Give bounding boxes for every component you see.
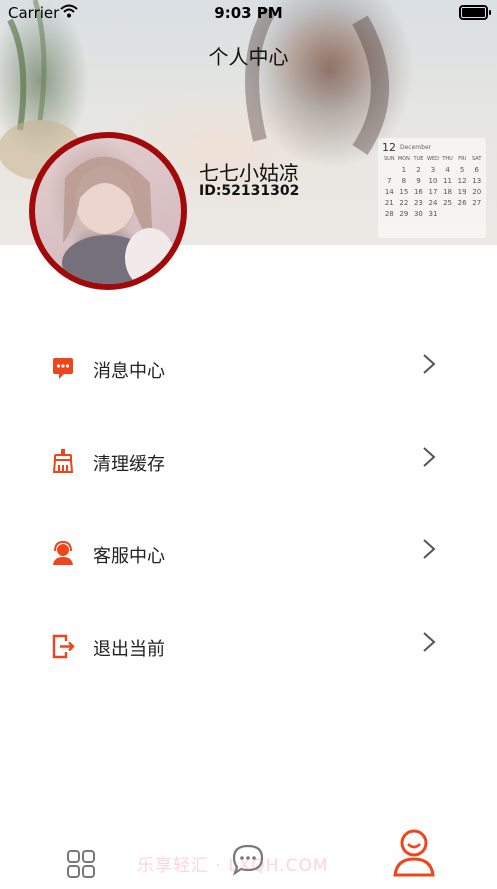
calendar-day: 28	[384, 210, 394, 218]
calendar-weekday: FRI	[458, 156, 467, 162]
calendar-day: 24	[428, 199, 438, 207]
status-time: 9:03 PM	[214, 4, 283, 22]
menu-item-clear-cache[interactable]: 清理缓存	[0, 428, 497, 492]
calendar-day: 17	[428, 188, 438, 196]
menu-label-customer-service: 客服中心	[93, 546, 165, 567]
calendar-day: 9	[416, 177, 421, 185]
user-id: ID:52131302	[199, 183, 300, 199]
calendar-day: 14	[384, 188, 394, 196]
calendar-month: 12	[382, 141, 396, 154]
calendar-day	[440, 210, 455, 219]
calendar-day: 2	[416, 166, 421, 174]
calendar-weekday: THU	[442, 156, 453, 162]
customer-service-icon	[53, 540, 73, 565]
profile-icon[interactable]	[391, 827, 437, 877]
calendar-photo: 12 December SUN MON TUE WED THU FRI SAT 1 2 3 4 5 6 7…	[378, 138, 486, 238]
calendar-month-name: December	[400, 144, 432, 151]
calendar-day	[469, 210, 484, 219]
calendar-day: 29	[399, 210, 409, 218]
calendar-day: 26	[457, 199, 467, 207]
calendar-weekday: SUN	[383, 156, 395, 162]
calendar-day: 10	[428, 177, 438, 185]
calendar-day: 5	[459, 166, 465, 174]
calendar-weekday: WED	[427, 156, 439, 162]
battery-icon	[459, 5, 491, 20]
calendar-day: 22	[399, 199, 409, 207]
calendar-day	[455, 210, 470, 219]
menu-item-logout[interactable]: 退出当前	[0, 613, 497, 677]
calendar-day: 15	[399, 188, 409, 196]
logout-icon	[52, 634, 75, 659]
calendar-weekday: SAT	[472, 156, 482, 162]
chevron-right-icon	[423, 632, 436, 652]
calendar-day: 19	[457, 188, 467, 196]
calendar-day: 1	[401, 166, 407, 174]
page-title: 个人中心	[208, 45, 289, 69]
watermark: 乐享轻汇 · LXQH.COM	[137, 856, 329, 876]
chevron-right-icon	[423, 354, 436, 374]
menu-label-clear-cache: 清理缓存	[93, 454, 165, 475]
calendar-day: 8	[401, 177, 407, 185]
calendar-day: 27	[472, 199, 482, 207]
tab-bar: 乐享轻汇 · LXQH.COM	[0, 815, 497, 883]
calendar-day	[382, 166, 397, 175]
calendar-day: 31	[428, 210, 438, 218]
calendar-day: 13	[472, 177, 482, 185]
menu-label-messages: 消息中心	[93, 361, 165, 382]
menu-item-customer-service[interactable]: 客服中心	[0, 520, 497, 584]
calendar-day: 12	[457, 177, 467, 185]
avatar[interactable]	[29, 132, 187, 290]
grid-icon[interactable]	[64, 839, 98, 889]
calendar-day: 3	[430, 166, 436, 174]
calendar-day: 23	[413, 199, 423, 207]
menu-item-messages[interactable]: 消息中心	[0, 335, 497, 399]
avatar-photo	[62, 156, 175, 284]
status-bar: Carrier 9:03 PM	[0, 0, 497, 26]
chevron-right-icon	[423, 447, 436, 467]
calendar-day: 25	[443, 199, 453, 207]
user-nickname: 七七小姑凉	[199, 161, 299, 185]
calendar-day: 30	[413, 210, 423, 218]
message-icon	[53, 358, 73, 379]
calendar-day: 11	[443, 177, 453, 185]
menu-label-logout: 退出当前	[93, 639, 165, 660]
chevron-right-icon	[423, 539, 436, 559]
calendar-weekday: TUE	[413, 156, 424, 162]
calendar-grid: SUN MON TUE WED THU FRI SAT 1 2 3 4 5 6 7 8 9 10 11 12 13 14…	[382, 155, 484, 221]
calendar-day: 6	[474, 166, 479, 174]
broom-icon	[52, 449, 74, 473]
calendar-day: 20	[472, 188, 482, 196]
calendar-day: 4	[445, 166, 450, 174]
calendar-day: 18	[443, 188, 453, 196]
calendar-day: 7	[387, 177, 392, 185]
calendar-day: 21	[384, 199, 394, 207]
calendar-weekday: MON	[397, 156, 410, 162]
calendar-day: 16	[413, 188, 423, 196]
